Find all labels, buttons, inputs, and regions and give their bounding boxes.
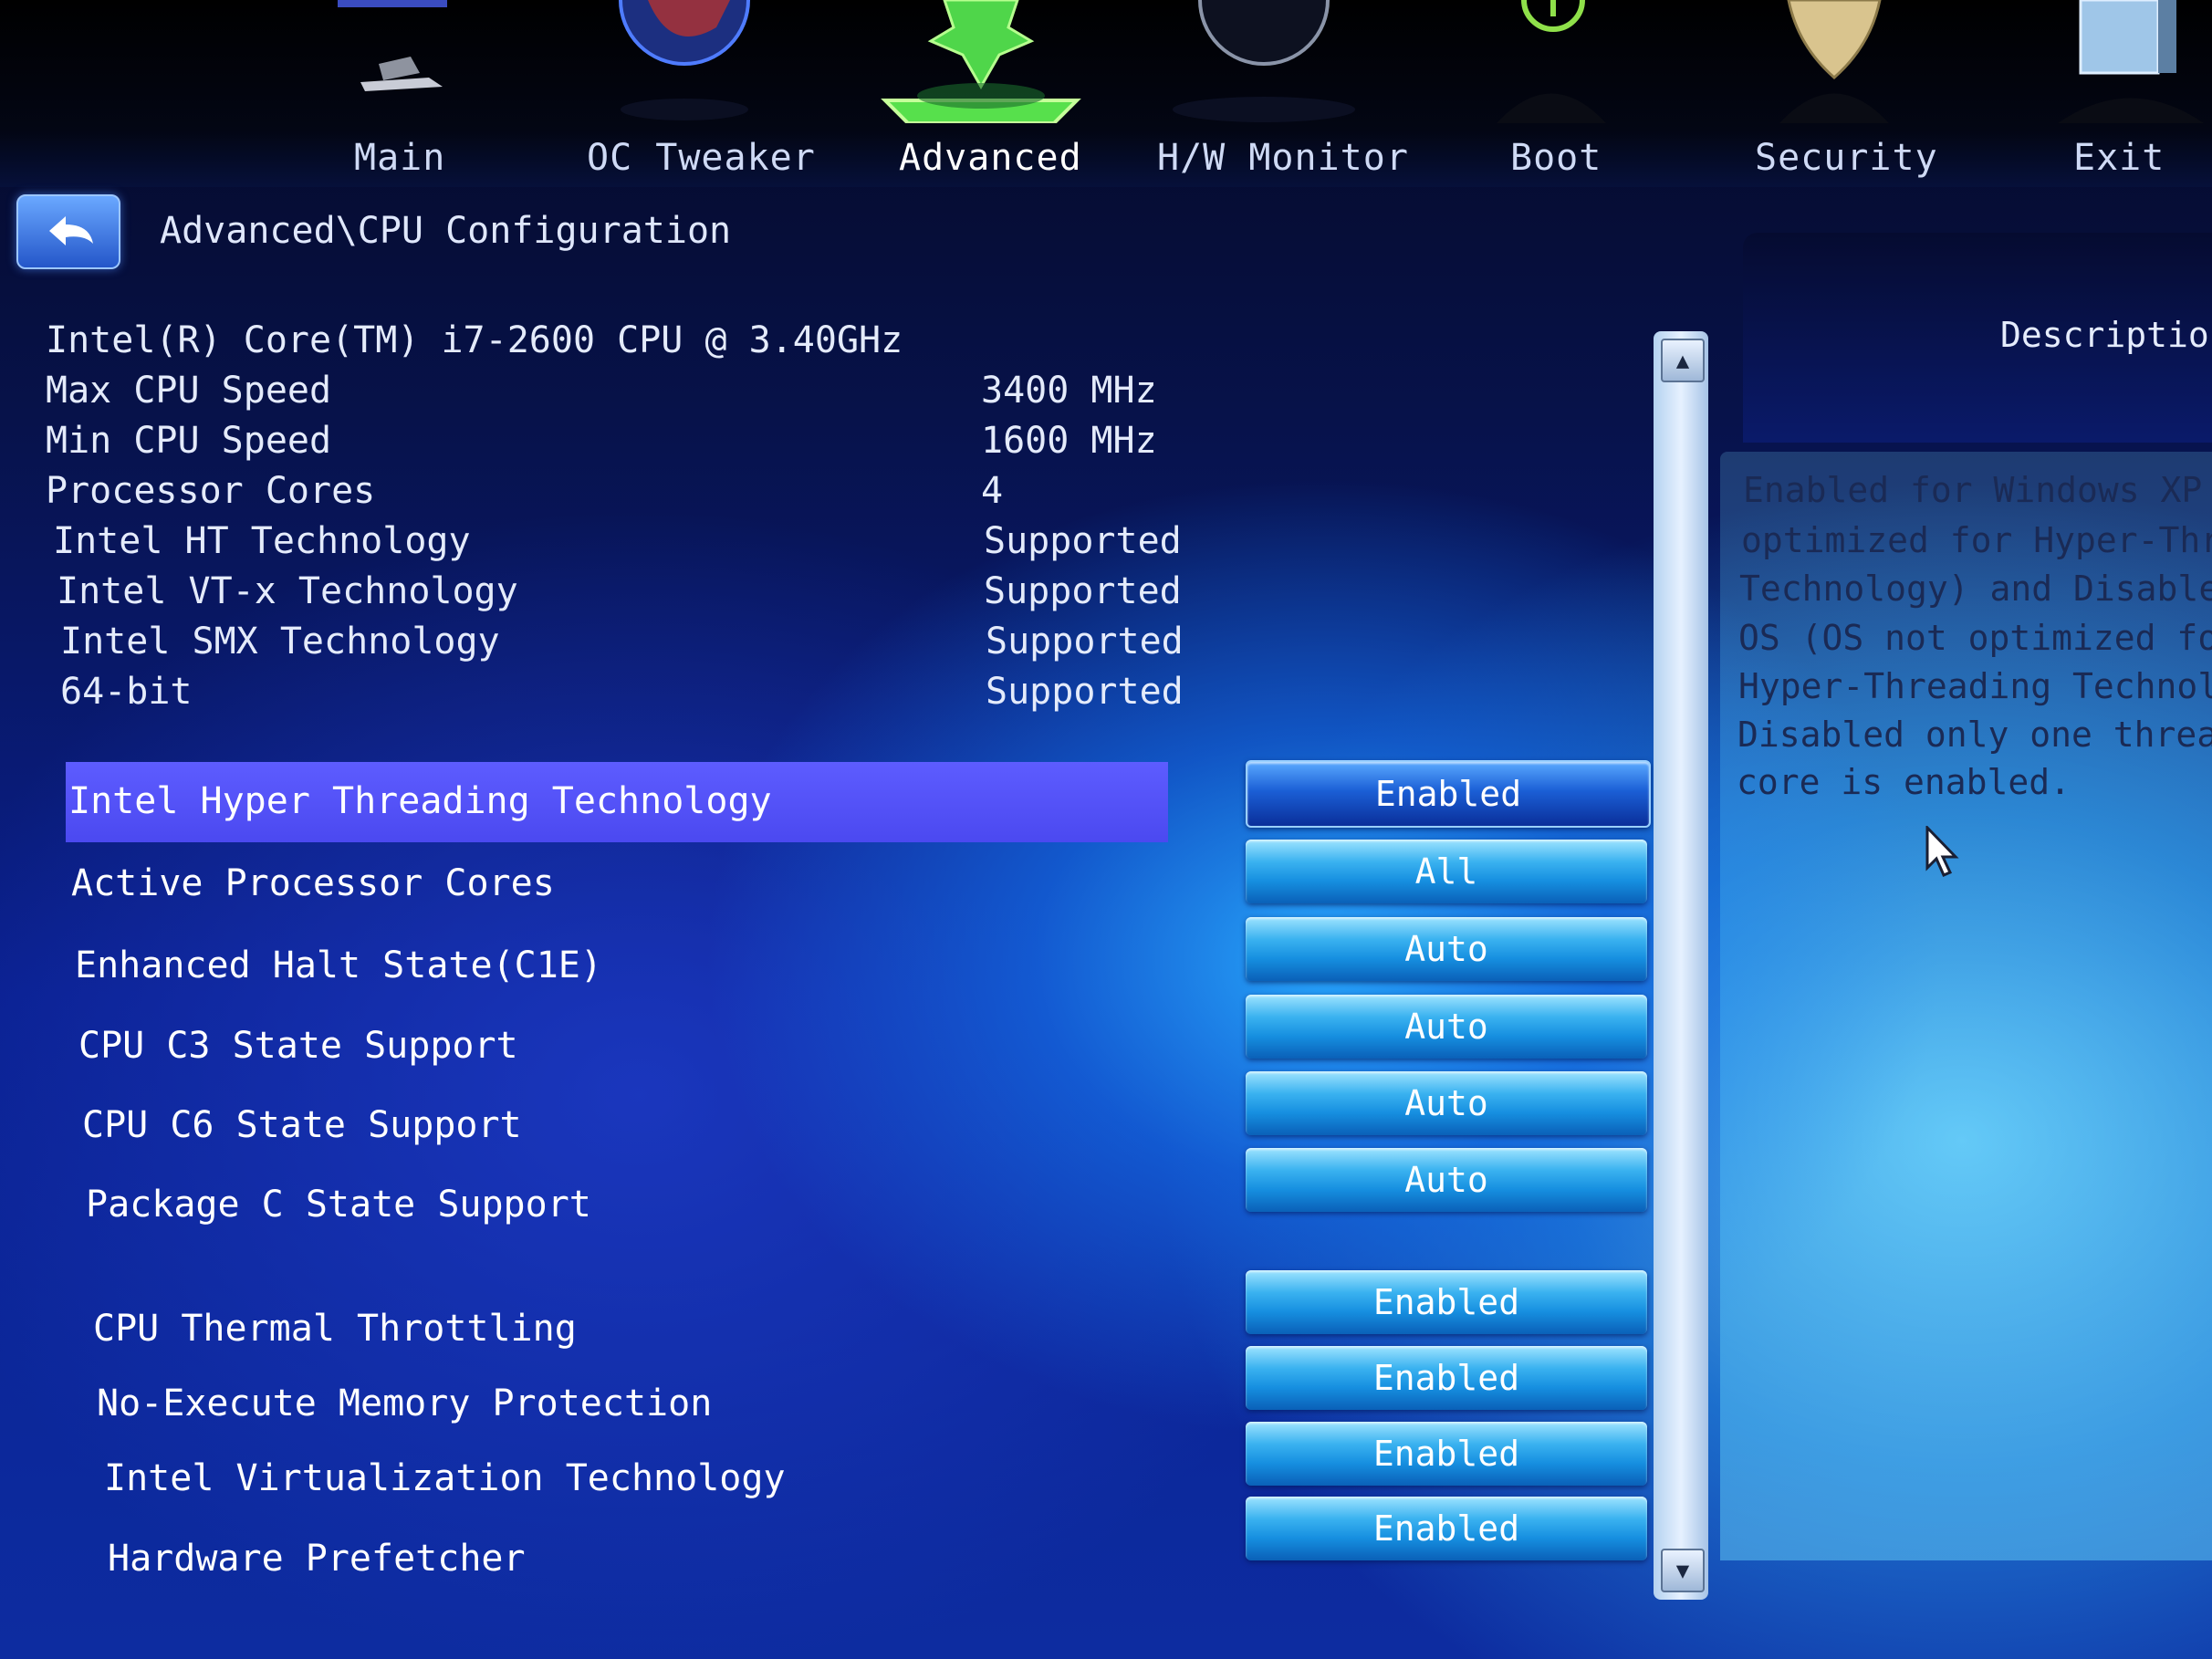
- hardware-prefetcher-value-button[interactable]: Enabled: [1246, 1497, 1647, 1560]
- setting-package-c-state[interactable]: Package C State Support: [86, 1184, 591, 1226]
- cpu-thermal-throttling-value-button[interactable]: Enabled: [1246, 1270, 1647, 1334]
- info-label-vtx-technology: Intel VT-x Technology: [57, 570, 518, 612]
- setting-cpu-c3-state[interactable]: CPU C3 State Support: [78, 1025, 518, 1067]
- door-icon[interactable]: [2049, 0, 2212, 123]
- description-line: optimized for Hyper-Threa: [1741, 520, 2212, 560]
- no-execute-memory-protection-value-button[interactable]: Enabled: [1246, 1346, 1647, 1410]
- info-value-max-cpu-speed: 3400 MHz: [981, 370, 1157, 412]
- package-c-state-value-button[interactable]: Auto: [1246, 1148, 1647, 1212]
- info-label-smx-technology: Intel SMX Technology: [60, 621, 500, 663]
- description-line: Disabled only one thread: [1737, 715, 2212, 755]
- setting-cpu-c6-state[interactable]: CPU C6 State Support: [82, 1104, 522, 1146]
- back-button[interactable]: [16, 194, 120, 269]
- setting-active-processor-cores[interactable]: Active Processor Cores: [71, 862, 555, 904]
- setting-enhanced-halt-state[interactable]: Enhanced Halt State(C1E): [75, 944, 602, 986]
- description-line: core is enabled.: [1737, 762, 2071, 802]
- setting-no-execute-memory-protection[interactable]: No-Execute Memory Protection: [97, 1382, 712, 1424]
- info-label-64-bit: 64-bit: [60, 671, 193, 713]
- info-value-vtx-technology: Supported: [984, 570, 1182, 612]
- power-icon[interactable]: [1460, 0, 1643, 123]
- tab-oc-tweaker[interactable]: OC Tweaker: [587, 137, 816, 179]
- cpu-model: Intel(R) Core(TM) i7-2600 CPU @ 3.40GHz: [46, 319, 903, 361]
- description-line: OS (OS not optimized for: [1738, 618, 2212, 658]
- tab-boot[interactable]: Boot: [1510, 137, 1602, 179]
- setting-cpu-thermal-throttling[interactable]: CPU Thermal Throttling: [93, 1308, 577, 1350]
- info-value-min-cpu-speed: 1600 MHz: [981, 420, 1157, 462]
- active-processor-cores-value-button[interactable]: All: [1246, 840, 1647, 903]
- info-label-min-cpu-speed: Min CPU Speed: [46, 420, 332, 462]
- info-label-processor-cores: Processor Cores: [46, 470, 376, 512]
- scrollbar[interactable]: ▲ ▼: [1654, 331, 1708, 1600]
- info-value-ht-technology: Supported: [984, 520, 1182, 562]
- globe-icon[interactable]: [616, 0, 753, 123]
- enhanced-halt-state-value-button[interactable]: Auto: [1246, 917, 1647, 981]
- setting-hyper-threading[interactable]: Intel Hyper Threading Technology: [68, 780, 772, 822]
- intel-virtualization-value-button[interactable]: Enabled: [1246, 1422, 1647, 1486]
- cpu-c6-state-value-button[interactable]: Auto: [1246, 1071, 1647, 1135]
- shield-icon[interactable]: [1743, 0, 1925, 123]
- info-value-processor-cores: 4: [981, 470, 1004, 512]
- hyper-threading-value-button[interactable]: Enabled: [1246, 760, 1651, 828]
- info-value-smx-technology: Supported: [986, 621, 1184, 663]
- monitor-icon[interactable]: [1159, 0, 1369, 123]
- description-panel: Enabled for Windows XP ar optimized for …: [1720, 452, 2212, 1560]
- tab-security[interactable]: Security: [1755, 137, 1938, 179]
- info-label-max-cpu-speed: Max CPU Speed: [46, 370, 332, 412]
- info-value-64-bit: Supported: [986, 671, 1184, 713]
- tab-exit[interactable]: Exit: [2073, 137, 2165, 179]
- description-line: Hyper-Threading Technolog: [1738, 666, 2212, 706]
- scroll-up-arrow-icon[interactable]: ▲: [1661, 339, 1705, 382]
- top-navigation: Main OC Tweaker Advanced H/W Monitor Boo…: [0, 0, 2212, 187]
- tab-main[interactable]: Main: [354, 137, 445, 179]
- cpu-c3-state-value-button[interactable]: Auto: [1246, 995, 1647, 1059]
- tab-advanced[interactable]: Advanced: [899, 137, 1082, 179]
- scroll-down-arrow-icon[interactable]: ▼: [1661, 1549, 1705, 1592]
- back-arrow-icon: [49, 216, 93, 245]
- info-label-ht-technology: Intel HT Technology: [53, 520, 471, 562]
- setting-intel-virtualization[interactable]: Intel Virtualization Technology: [104, 1457, 786, 1499]
- setting-hardware-prefetcher[interactable]: Hardware Prefetcher: [108, 1538, 526, 1580]
- description-title: Description: [2000, 315, 2212, 355]
- description-line: Technology) and Disabled: [1739, 569, 2212, 609]
- bios-screen: Main OC Tweaker Advanced H/W Monitor Boo…: [0, 0, 2212, 1659]
- breadcrumb: Advanced\CPU Configuration: [160, 210, 732, 252]
- star-icon[interactable]: [871, 0, 1090, 125]
- tab-hw-monitor[interactable]: H/W Monitor: [1157, 137, 1409, 179]
- computer-icon[interactable]: [329, 0, 465, 123]
- mouse-cursor-icon: [1925, 824, 1962, 884]
- description-line: Enabled for Windows XP ar: [1743, 470, 2212, 510]
